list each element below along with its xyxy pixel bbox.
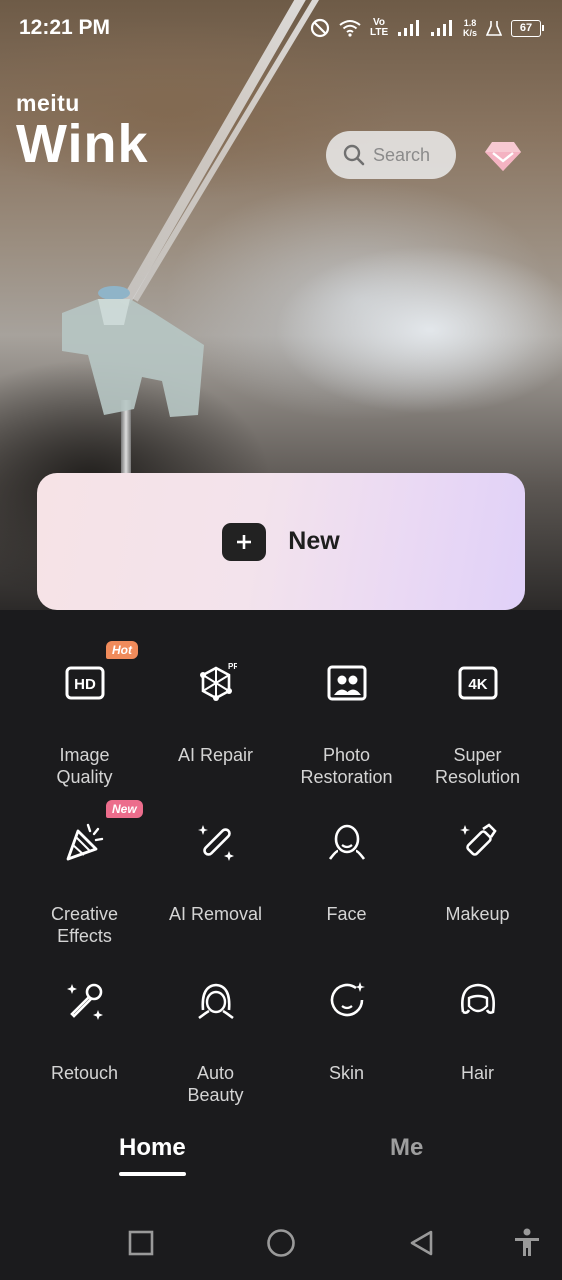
back-triangle-icon[interactable] [408, 1229, 434, 1257]
tool-label-line2: Quality [56, 767, 113, 787]
ai-repair-pro-icon: PRO [200, 662, 237, 701]
search-placeholder: Search [373, 144, 431, 165]
tool-label: Retouch [19, 1062, 150, 1084]
battery-level: 67 [511, 19, 541, 37]
bottom-tab-bar: Home Me [0, 1106, 562, 1196]
tool-label-line1: Hair [460, 1063, 494, 1083]
wifi-icon [339, 20, 361, 37]
magic-wand-icon [198, 825, 234, 861]
recents-square-icon[interactable] [128, 1230, 154, 1256]
plus-icon [222, 522, 267, 561]
brand-wink: Wink [16, 114, 149, 174]
network-type-label: Vo LTE [369, 17, 389, 38]
tool-label-line1: Skin [328, 1063, 364, 1083]
tool-label-line1: AI Repair [177, 745, 254, 765]
tool-label: Auto Beauty [150, 1062, 281, 1106]
app-logo: meitu Wink [16, 90, 149, 175]
tool-label: Photo Restoration [281, 744, 412, 788]
tab-active-indicator [119, 1172, 186, 1176]
home-circle-icon[interactable] [266, 1228, 296, 1258]
network-speed-unit: K/s [462, 28, 477, 38]
accessibility-icon[interactable] [513, 1228, 541, 1258]
banner-clip-graphic [62, 286, 204, 417]
tool-label: Face [281, 903, 412, 925]
status-time: 12:21 PM [19, 16, 111, 39]
tool-label-line1: Auto [196, 1063, 235, 1083]
face-icon [328, 824, 366, 860]
do-not-disturb-icon [310, 18, 330, 38]
tool-label: AI Removal [150, 903, 281, 925]
new-project-button[interactable]: New [37, 473, 525, 610]
tool-label: Skin [281, 1062, 412, 1084]
tab-home[interactable]: Home [119, 1134, 186, 1162]
hd-icon: HD [65, 666, 105, 700]
new-project-label: New [288, 527, 340, 555]
hot-badge: Hot [106, 641, 138, 659]
tool-label-line1: Face [326, 904, 367, 924]
signal-strength-2-icon [430, 20, 452, 36]
search-icon [343, 144, 365, 166]
tool-label: AI Repair [150, 744, 281, 766]
tool-label: Hair [412, 1062, 543, 1084]
photo-restoration-icon [327, 665, 367, 701]
tool-label-line2: Resolution [434, 767, 521, 787]
tool-label-line1: AI Removal [168, 904, 263, 924]
signal-strength-icon [397, 20, 419, 36]
tool-label-line1: Image [59, 745, 110, 765]
auto-beauty-icon [198, 983, 234, 1020]
tool-label-line2: Restoration [300, 767, 393, 787]
4k-icon: 4K [458, 666, 498, 700]
status-icons: Vo LTE 1.8 K/s 67 [310, 14, 544, 42]
network-speed: 1.8 K/s [463, 18, 477, 38]
tool-label: Makeup [412, 903, 543, 925]
tab-me[interactable]: Me [390, 1134, 423, 1162]
network-speed-value: 1.8 [463, 18, 477, 28]
skin-sparkle-icon [330, 982, 365, 1017]
system-nav-bar [0, 1196, 562, 1280]
tool-label-line1: Super [453, 745, 502, 765]
svg-text:HD: HD [74, 676, 96, 693]
vip-diamond-icon[interactable] [484, 138, 522, 174]
status-bar: 12:21 PM Vo LTE 1.8 K/s 67 [0, 0, 562, 58]
tool-label-line1: Photo [322, 745, 371, 765]
new-badge: New [106, 800, 143, 818]
hair-icon [461, 983, 495, 1014]
retouch-wand-icon [67, 983, 103, 1020]
flask-icon [486, 21, 502, 36]
battery-icon: 67 [511, 19, 544, 37]
tool-label-line2: Beauty [187, 1085, 244, 1105]
svg-text:4K: 4K [468, 676, 487, 693]
search-button[interactable]: Search [326, 131, 456, 179]
party-popper-icon [66, 823, 104, 861]
tool-label: Super Resolution [412, 744, 543, 788]
tool-label-line1: Makeup [445, 904, 510, 924]
tool-label-line2: Effects [57, 926, 112, 946]
svg-text:PRO: PRO [228, 662, 237, 671]
tool-label: Creative Effects [19, 903, 150, 947]
tool-label: Image Quality [19, 744, 150, 788]
tool-label-line1: Creative [50, 904, 119, 924]
lipstick-icon [460, 823, 497, 856]
tool-label-line1: Retouch [50, 1063, 119, 1083]
